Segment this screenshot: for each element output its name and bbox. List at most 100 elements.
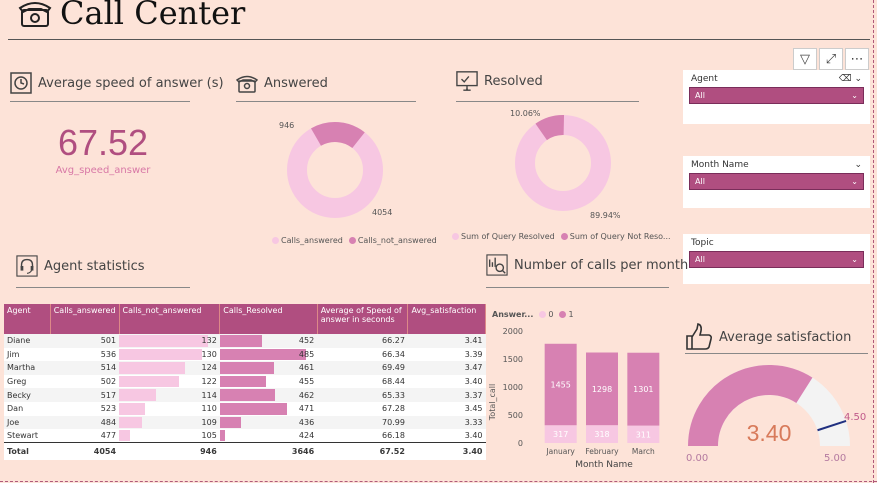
cell-speed: 67.28 — [317, 401, 408, 416]
cell-value: 436 — [298, 417, 315, 427]
table-row[interactable]: Jim 536 130 485 66.34 3.39 — [4, 347, 486, 362]
data-label: 1455 — [550, 381, 570, 390]
table-row[interactable]: Joe 484 109 436 70.99 3.33 — [4, 415, 486, 430]
cell-not-answered: 105 — [119, 429, 220, 443]
col-satisfaction[interactable]: Avg_satisfaction — [407, 304, 486, 334]
cell-satisfaction: 3.45 — [407, 401, 486, 416]
telephone-icon — [18, 2, 52, 27]
legend-item[interactable]: Calls_answered — [272, 236, 343, 245]
cell-resolved: 461 — [219, 361, 318, 375]
x-tick-label: January — [545, 447, 575, 456]
table-row[interactable]: Diane 501 132 452 66.27 3.41 — [4, 334, 486, 348]
slicer-topic: Topic All ⌄ — [683, 234, 870, 284]
clear-selection-icon[interactable]: ⌫ ⌄ — [839, 74, 862, 84]
canvas-border — [873, 0, 874, 483]
cell-satisfaction: 3.33 — [407, 415, 486, 430]
cell-agent: Martha — [4, 361, 51, 375]
cell-not-answered: 132 — [119, 334, 220, 348]
calls-month-header: Number of calls per month — [486, 254, 688, 276]
legend-label: Sum of Query Not Reso... — [569, 232, 671, 241]
chevron-down-icon: ⌄ — [851, 177, 858, 186]
col-speed[interactable]: Average of Speed of answer in seconds — [317, 304, 409, 334]
legend-item[interactable]: Calls_not_answered — [348, 236, 437, 245]
chart-search-icon — [486, 254, 508, 276]
not-answered-bar — [119, 402, 145, 415]
cell-answered: 501 — [50, 334, 120, 348]
table-row[interactable]: Martha 514 124 461 69.49 3.47 — [4, 361, 486, 375]
headset-icon — [16, 255, 38, 277]
answered-header: Answered — [236, 72, 328, 94]
speed-divider — [10, 101, 190, 102]
agent-stats-table[interactable]: Agent Calls_answered Calls_not_answered … — [4, 304, 486, 461]
total-speed: 67.52 — [317, 442, 408, 461]
legend-item[interactable]: Sum of Query Not Reso... — [560, 232, 671, 241]
cell-resolved: 424 — [219, 429, 318, 443]
not-answered-bar — [119, 389, 157, 401]
cell-value: 110 — [201, 404, 217, 414]
cell-not-answered: 109 — [119, 415, 220, 430]
cell-answered: 477 — [50, 429, 120, 443]
agent-dropdown[interactable]: All ⌄ — [689, 87, 864, 104]
page-title-text: Call Center — [60, 0, 246, 32]
cell-resolved: 471 — [219, 401, 318, 416]
not-answered-bar — [119, 362, 185, 374]
table-row[interactable]: Greg 502 122 455 68.44 3.40 — [4, 374, 486, 389]
cell-satisfaction: 3.47 — [407, 361, 486, 375]
answered-divider — [236, 101, 416, 102]
col-answered[interactable]: Calls_answered — [50, 304, 120, 334]
satisfaction-title: Average satisfaction — [719, 329, 852, 345]
not-answered-bar — [119, 348, 202, 361]
chevron-down-icon: ⌄ — [851, 255, 858, 264]
cell-value: 424 — [298, 431, 315, 441]
col-agent[interactable]: Agent — [4, 304, 51, 334]
cell-resolved: 455 — [219, 374, 318, 389]
y-tick-label: 2000 — [503, 327, 523, 336]
canvas-border-bottom — [0, 481, 877, 482]
cell-answered: 502 — [50, 374, 120, 389]
cell-satisfaction: 3.39 — [407, 347, 486, 362]
agent-stats-header: Agent statistics — [16, 255, 145, 277]
resolved-donut[interactable] — [508, 108, 618, 218]
more-options-icon[interactable]: ⋯ — [845, 48, 869, 70]
legend-item[interactable]: Sum of Query Resolved — [452, 232, 555, 241]
clock-icon — [10, 72, 32, 94]
slicer-month: Month Name ⌄ All ⌄ — [683, 156, 870, 208]
cell-agent: Joe — [4, 415, 51, 430]
donut-answered-slice[interactable] — [287, 122, 383, 218]
donut-resolved-slice[interactable] — [515, 115, 611, 211]
calls-per-month-chart[interactable]: Total_call Month Name 2000 1500 1000 500 0 31… — [486, 318, 676, 478]
cell-answered: 517 — [50, 388, 120, 402]
table-row[interactable]: Stewart 477 105 424 66.18 3.40 — [4, 429, 486, 443]
not-answered-bar — [119, 430, 131, 442]
total-label: Total — [4, 442, 51, 461]
x-axis-label: Month Name — [575, 460, 633, 470]
filter-icon[interactable]: ▽ — [793, 48, 817, 70]
col-not-answered[interactable]: Calls_not_answered — [119, 304, 221, 334]
chevron-down-icon[interactable]: ⌄ — [854, 160, 862, 170]
slicer-title: Agent — [691, 74, 718, 84]
resolved-bar — [219, 430, 226, 442]
cell-answered: 484 — [50, 415, 120, 430]
table-row[interactable]: Becky 517 114 462 65.33 3.37 — [4, 388, 486, 402]
cell-value: 114 — [201, 390, 217, 400]
resolved-title: Resolved — [484, 73, 543, 89]
cell-agent: Jim — [4, 347, 51, 362]
topic-dropdown[interactable]: All ⌄ — [689, 251, 864, 268]
monitor-check-icon — [456, 71, 478, 91]
chevron-down-icon: ⌄ — [851, 91, 858, 100]
focus-mode-icon[interactable]: ⤢ — [819, 48, 843, 70]
slicer-title: Month Name — [691, 160, 749, 170]
y-tick-label: 500 — [508, 411, 523, 420]
total-resolved: 3646 — [219, 442, 318, 461]
gauge-max: 5.00 — [824, 453, 846, 464]
col-resolved[interactable]: Calls_Resolved — [219, 304, 318, 334]
speed-header: Average speed of answer (s) — [10, 72, 224, 94]
table-row[interactable]: Dan 523 110 471 67.28 3.45 — [4, 401, 486, 416]
avg-speed-value: 67.52 — [57, 122, 149, 163]
resolved-divider — [456, 101, 639, 102]
cell-agent: Becky — [4, 388, 51, 402]
month-dropdown[interactable]: All ⌄ — [689, 173, 864, 190]
avg-speed-label: Avg_speed_answer — [55, 165, 151, 176]
satisfaction-gauge[interactable]: 3.40 0.00 5.00 4.50 — [683, 362, 873, 472]
cell-value: 485 — [298, 349, 315, 359]
